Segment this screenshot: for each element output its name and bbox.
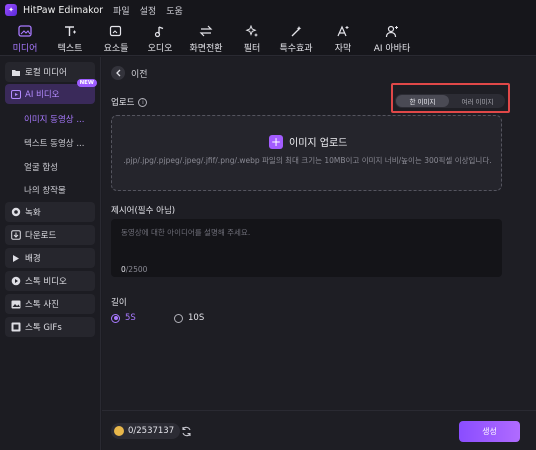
menu-file[interactable]: 파일 <box>113 4 130 17</box>
media-icon <box>17 23 33 39</box>
chevron-left-icon <box>116 69 121 77</box>
ai-avatar-icon <box>384 23 400 39</box>
app-title: HitPaw Edimakor <box>23 4 104 16</box>
folder-icon <box>11 67 21 77</box>
upload-dropzone[interactable]: + 이미지 업로드 .pjp/.jpg/.pjpeg/.jpeg/.jfif/.… <box>111 115 502 191</box>
app-logo: ✦ <box>5 4 17 16</box>
tab-effects[interactable]: 특수효과 <box>276 23 316 54</box>
coin-icon <box>114 426 124 436</box>
prompt-char-count: 0/2500 <box>121 265 148 274</box>
tab-filter[interactable]: 필터 <box>232 23 272 54</box>
radio-selected-icon <box>111 313 120 323</box>
tab-subtitle[interactable]: 자막 <box>323 23 363 54</box>
info-icon[interactable]: i <box>138 97 148 107</box>
upload-hint: .pjp/.jpg/.pjpeg/.jpeg/.jfif/.png/.webp … <box>123 156 492 165</box>
download-icon <box>11 230 21 240</box>
bottom-bar: 0/2537137 생성 <box>102 410 536 450</box>
effects-icon <box>288 23 304 39</box>
plus-icon: + <box>269 134 283 149</box>
credits-badge[interactable]: 0/2537137 <box>111 423 181 439</box>
main-panel: 이전 업로드 i 한 이미지 여러 이미지 + 이미지 업로드 .pjp/.jp… <box>102 57 536 450</box>
menu-help[interactable]: 도움 <box>166 4 183 17</box>
ai-video-icon <box>11 89 21 99</box>
menu-settings[interactable]: 설정 <box>140 4 157 17</box>
length-option-5s[interactable]: 5S <box>111 313 136 323</box>
elements-icon <box>108 23 124 39</box>
text-icon <box>62 23 78 39</box>
audio-icon <box>152 23 168 39</box>
length-title: 길이 <box>111 298 127 308</box>
stock-gif-icon <box>11 322 21 332</box>
sidebar-item-stock-photo[interactable]: 스톡 사진 <box>5 294 95 314</box>
sidebar-item-image-to-video[interactable]: 이미지 동영상 ... <box>24 113 84 125</box>
tab-transition[interactable]: 화면전환 <box>186 23 226 54</box>
sidebar-item-stock-gifs[interactable]: 스톡 GIFs <box>5 317 95 337</box>
upload-section-title: 업로드 i <box>111 96 148 108</box>
generate-button[interactable]: 생성 <box>459 421 520 442</box>
tab-ai-avatar[interactable]: AI 아바타 <box>368 23 416 54</box>
main-toolbar: 미디어 텍스트 요소들 오디오 화면전환 필터 특수효과 자막 AI 아바타 <box>0 20 536 56</box>
sidebar-item-text-to-video[interactable]: 텍스트 동영상 ... <box>24 137 84 149</box>
back-button[interactable] <box>111 66 125 80</box>
record-icon <box>11 207 21 217</box>
transition-icon <box>198 23 214 39</box>
sidebar-item-ai-video[interactable]: AI 비디오 NEW <box>5 79 97 104</box>
upload-image-button[interactable]: + 이미지 업로드 <box>269 134 347 149</box>
tab-media[interactable]: 미디어 <box>5 23 45 54</box>
sidebar-item-record[interactable]: 녹화 <box>5 202 95 222</box>
back-label: 이전 <box>131 70 148 80</box>
refresh-icon[interactable] <box>180 425 192 437</box>
tab-elements[interactable]: 요소들 <box>96 23 136 54</box>
sidebar: 로컬 미디어 AI 비디오 NEW 이미지 동영상 ... 텍스트 동영상 ..… <box>0 57 101 450</box>
sidebar-item-stock-video[interactable]: 스톡 비디오 <box>5 271 95 291</box>
multiple-images-option[interactable]: 여러 이미지 <box>451 95 504 107</box>
sidebar-item-face-swap[interactable]: 얼굴 합성 <box>24 161 58 173</box>
tab-audio[interactable]: 오디오 <box>140 23 180 54</box>
sidebar-item-background[interactable]: 배경 <box>5 248 95 268</box>
tab-text[interactable]: 텍스트 <box>50 23 90 54</box>
stock-video-icon <box>11 276 21 286</box>
new-badge: NEW <box>76 79 97 87</box>
single-image-option[interactable]: 한 이미지 <box>396 95 449 107</box>
prompt-title: 제시어(필수 아님) <box>111 206 176 216</box>
sidebar-item-download[interactable]: 다운로드 <box>5 225 95 245</box>
stock-photo-icon <box>11 299 21 309</box>
length-option-10s[interactable]: 10S <box>174 313 204 323</box>
title-bar: ✦ HitPaw Edimakor 파일 설정 도움 <box>0 0 536 20</box>
prompt-textarea[interactable]: 동영상에 대한 아이디어를 설명해 주세요. 0/2500 <box>111 219 502 277</box>
filter-icon <box>244 23 260 39</box>
prompt-placeholder: 동영상에 대한 아이디어를 설명해 주세요. <box>121 228 251 237</box>
radio-icon <box>174 313 183 323</box>
subtitle-icon <box>335 23 351 39</box>
triangle-right-icon <box>11 253 21 263</box>
sidebar-item-my-creations[interactable]: 나의 창작물 <box>24 184 66 196</box>
image-mode-toggle: 한 이미지 여러 이미지 <box>395 94 505 108</box>
